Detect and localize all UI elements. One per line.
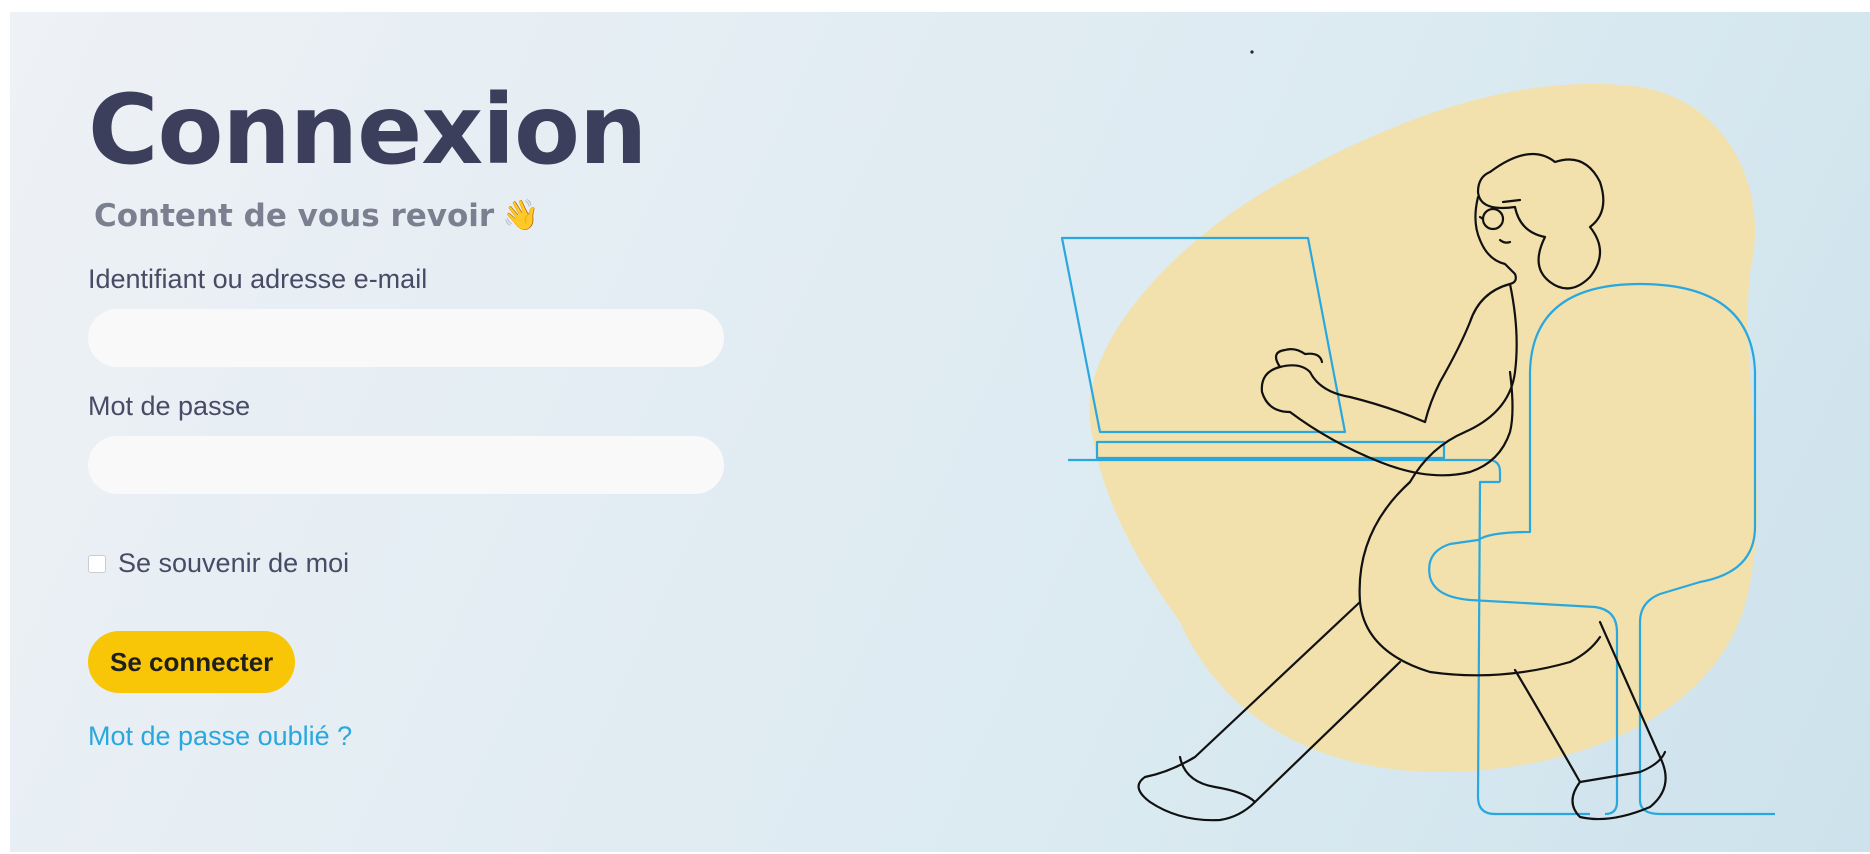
login-page: Connexion Content de vous revoir 👋 Ident…	[10, 12, 1870, 852]
woman-at-laptop-illustration	[1060, 50, 1775, 822]
front-shoe	[1178, 755, 1257, 804]
back-shoe	[1578, 750, 1667, 784]
decorative-dot	[1250, 50, 1254, 54]
